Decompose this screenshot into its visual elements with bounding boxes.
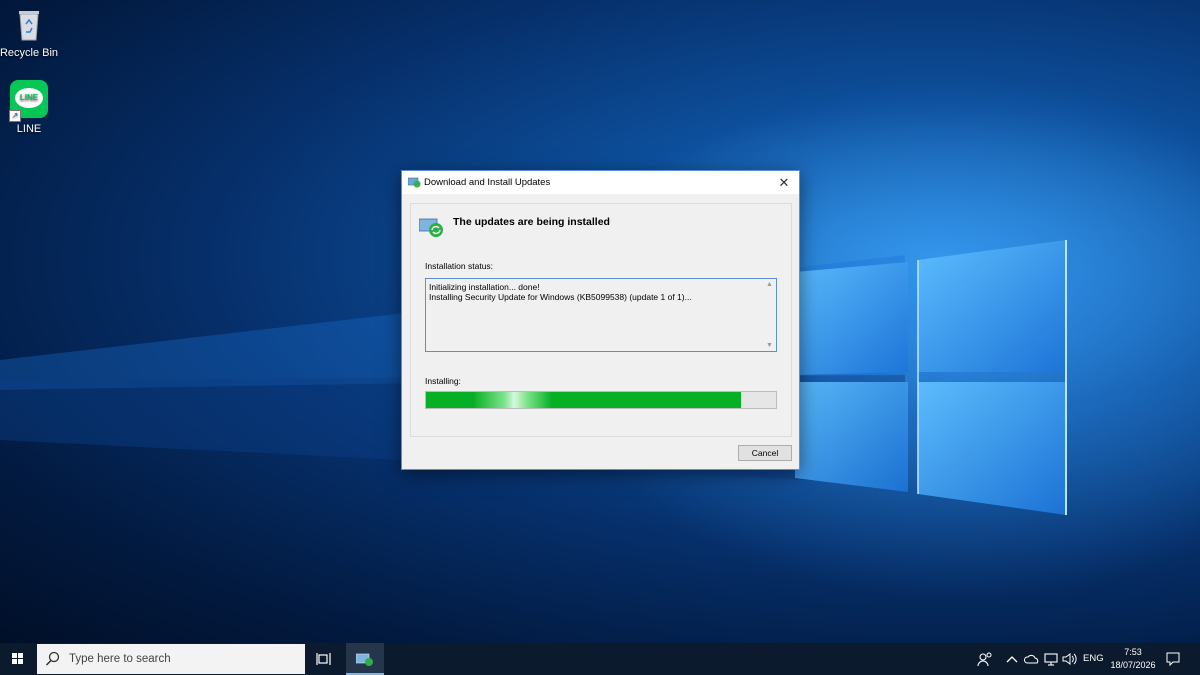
status-scrollbar[interactable]: ▲ ▼: [765, 279, 776, 351]
clock-time: 7:53: [1124, 647, 1142, 657]
status-lines: Initializing installation... done! Instal…: [429, 282, 692, 302]
scroll-down-icon[interactable]: ▼: [766, 342, 773, 349]
dialog-content-panel: The updates are being installed Installa…: [410, 203, 792, 437]
close-button[interactable]: ✕: [769, 171, 799, 194]
clock[interactable]: 7:53 18/07/2026: [1108, 646, 1158, 672]
taskbar-search-box[interactable]: Type here to search: [37, 644, 305, 674]
line-app-icon: LINE ↗: [9, 80, 49, 122]
onedrive-icon[interactable]: [1024, 652, 1040, 666]
language-indicator[interactable]: ENG: [1083, 653, 1104, 664]
volume-icon[interactable]: [1061, 652, 1077, 666]
installation-status-label: Installation status:: [425, 261, 494, 271]
cancel-button[interactable]: Cancel: [738, 445, 792, 461]
desktop: Recycle Bin LINE ↗ LINE Download and Ins…: [0, 0, 1200, 643]
status-line: Installing Security Update for Windows (…: [429, 292, 692, 302]
chevron-up-icon[interactable]: [1004, 652, 1020, 666]
dialog-heading: The updates are being installed: [453, 216, 610, 228]
clock-date: 18/07/2026: [1110, 660, 1156, 670]
progress-fill: [426, 392, 741, 408]
task-view-icon[interactable]: [316, 651, 332, 667]
windows-update-icon: [356, 653, 373, 666]
start-button[interactable]: [0, 643, 36, 675]
people-icon[interactable]: [977, 652, 993, 666]
installation-status-box[interactable]: Initializing installation... done! Instal…: [425, 278, 777, 352]
update-dialog: Download and Install Updates ✕ The updat…: [401, 170, 800, 470]
close-icon: ✕: [778, 175, 790, 190]
recycle-bin-icon: [9, 4, 49, 44]
install-progress-bar: [425, 391, 777, 409]
notification-icon[interactable]: [1166, 652, 1180, 666]
network-icon[interactable]: [1043, 652, 1059, 666]
windows-update-icon: [408, 177, 421, 188]
status-line: Initializing installation... done!: [429, 282, 540, 292]
dialog-titlebar[interactable]: Download and Install Updates ✕: [402, 171, 799, 194]
windows-update-large-icon: [419, 218, 443, 237]
taskbar-app-windows-update[interactable]: [346, 643, 384, 675]
desktop-icon-recycle-bin[interactable]: Recycle Bin: [0, 4, 64, 59]
windows-logo-icon: [12, 653, 24, 665]
search-icon: [45, 651, 60, 666]
taskbar: Type here to search ENG 7:53 18/07/2026: [0, 643, 1200, 675]
installing-label: Installing:: [425, 376, 461, 386]
dialog-title: Download and Install Updates: [424, 177, 551, 188]
desktop-icon-label: Recycle Bin: [0, 47, 59, 59]
desktop-icon-line[interactable]: LINE ↗ LINE: [0, 80, 64, 135]
scroll-up-icon[interactable]: ▲: [766, 281, 773, 288]
shortcut-arrow-icon: ↗: [9, 110, 21, 122]
desktop-icon-label: LINE: [16, 123, 42, 135]
search-placeholder: Type here to search: [69, 653, 171, 665]
line-logo-text: LINE: [15, 88, 43, 108]
